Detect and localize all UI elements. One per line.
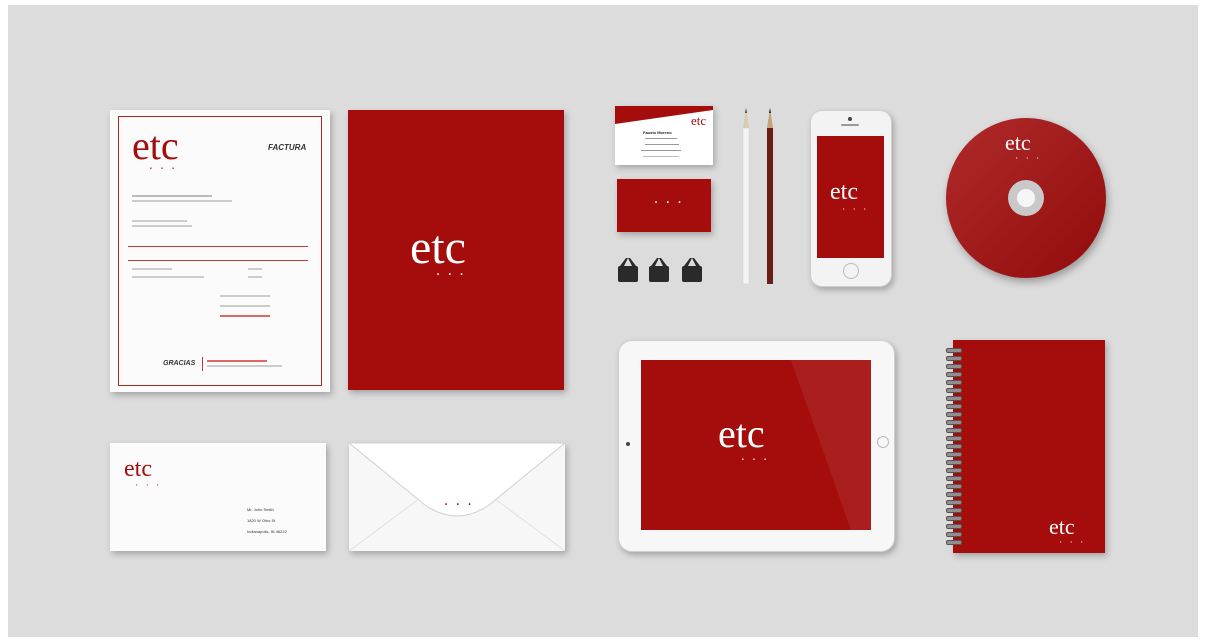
invoice-divider: [128, 246, 308, 247]
invoice-title: FACTURA: [268, 143, 307, 152]
spiral-ring: [946, 532, 962, 537]
spiral-ring: [946, 516, 962, 521]
invoice-thanks: GRACIAS: [163, 360, 196, 367]
spiral-ring: [946, 348, 962, 353]
spiral-ring: [946, 484, 962, 489]
invoice-total: [220, 315, 270, 317]
pencils: [742, 108, 773, 285]
invoice-footnote: [207, 365, 282, 367]
invoice-sheet: etc • • • FACTURA GRACIAS: [110, 110, 330, 392]
cd-logo: etc: [1005, 130, 1031, 155]
business-card-text: [645, 138, 677, 139]
invoice-logo-dots: • • •: [150, 166, 179, 172]
spiral-ring: [946, 492, 962, 497]
spiral-ring: [946, 380, 962, 385]
spiral-ring: [946, 460, 962, 465]
invoice-footnote: [207, 360, 267, 362]
folder-logo-dots: • • •: [437, 272, 467, 278]
invoice-total: [220, 305, 270, 307]
invoice-row: [132, 276, 204, 278]
tablet-logo: etc: [718, 411, 765, 456]
stationery-mockup-scene: etc • • • FACTURA GRACIAS etc • • • etc …: [8, 5, 1198, 637]
envelope-logo: etc: [124, 456, 152, 482]
phone-logo: etc: [830, 179, 858, 205]
business-card-back: • • •: [617, 179, 711, 232]
tablet: etc • • •: [618, 340, 895, 552]
business-card-name: Fausto Moreno: [643, 130, 672, 135]
tablet-home-button: [877, 436, 889, 448]
tablet-logo-dots: • • •: [742, 457, 771, 463]
envelope-address-line: Indianapolis, IN 46222: [247, 529, 287, 534]
invoice-divider: [202, 357, 203, 371]
spiral-ring: [946, 444, 962, 449]
spiral-ring: [946, 388, 962, 393]
folder-cover: etc • • •: [348, 110, 564, 390]
spiral-ring: [946, 404, 962, 409]
tablet-camera: [626, 442, 630, 446]
invoice-text-block: [132, 225, 192, 227]
spiral-ring: [946, 420, 962, 425]
spiral-ring: [946, 500, 962, 505]
spiral-ring: [946, 540, 962, 545]
business-card-logo: etc: [691, 113, 707, 128]
phone-camera: [848, 117, 852, 121]
phone-logo-dots: • • •: [843, 206, 870, 211]
envelope-flap: [349, 443, 565, 551]
invoice-row: [132, 268, 172, 270]
tablet-screen: etc • • •: [641, 360, 871, 530]
spiral-ring: [946, 476, 962, 481]
phone: etc • • •: [810, 110, 892, 287]
envelope-back: • • •: [349, 443, 565, 551]
invoice-text-block: [132, 200, 232, 202]
invoice-divider: [128, 260, 308, 261]
phone-speaker: [841, 124, 859, 126]
spiral-ring: [946, 452, 962, 457]
business-card-text: [643, 156, 679, 157]
invoice-text-block: [132, 220, 187, 222]
invoice-logo: etc: [132, 123, 179, 168]
cd-disc: etc • • •: [946, 118, 1106, 278]
business-card-text: [641, 150, 681, 151]
binder-clips: [618, 258, 702, 282]
notebook: etc • • •: [946, 340, 1105, 553]
spiral-ring: [946, 356, 962, 361]
phone-screen: etc • • •: [817, 136, 884, 258]
envelope-front: etc • • • Mr. John Smith 1820 W Ohio St …: [110, 443, 326, 551]
invoice-amount: [248, 268, 262, 270]
notebook-logo-dots: • • •: [1060, 539, 1087, 544]
spiral-ring: [946, 396, 962, 401]
spiral-ring: [946, 524, 962, 529]
envelope-logo-dots: • • •: [136, 482, 163, 487]
envelope-address-line: Mr. John Smith: [247, 507, 274, 512]
business-card-text: [645, 144, 679, 145]
spiral-ring: [946, 428, 962, 433]
folder-logo: etc: [410, 221, 466, 274]
envelope-address-line: 1820 W Ohio St: [247, 518, 276, 523]
notebook-logo: etc: [1049, 514, 1075, 539]
invoice-text-block: [132, 195, 212, 197]
spiral-ring: [946, 412, 962, 417]
invoice-amount: [248, 276, 262, 278]
business-card-back-dots: • • •: [655, 200, 685, 206]
spiral-ring: [946, 364, 962, 369]
cd-center-hole: [1017, 189, 1035, 207]
spiral-ring: [946, 372, 962, 377]
invoice-total: [220, 295, 270, 297]
envelope-back-dots: • • •: [445, 502, 475, 508]
spiral-ring: [946, 508, 962, 513]
business-card-front: etc Fausto Moreno: [615, 106, 713, 165]
spiral-ring: [946, 468, 962, 473]
cd-logo-dots: • • •: [1016, 155, 1043, 160]
spiral-ring: [946, 436, 962, 441]
phone-home-button: [843, 263, 859, 279]
